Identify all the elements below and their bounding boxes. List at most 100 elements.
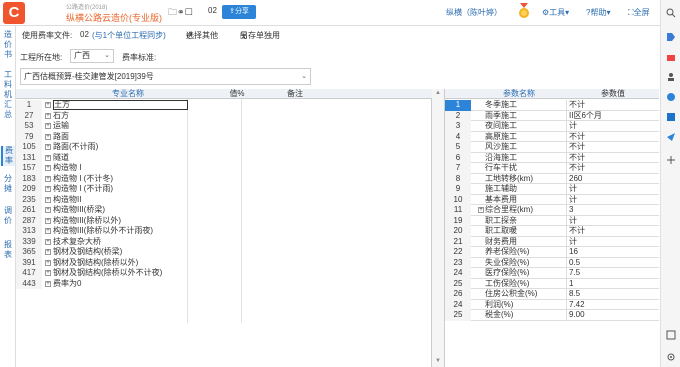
table-row[interactable]: 209 + 构造物 I (不计雨) bbox=[16, 184, 432, 195]
gear-icon[interactable] bbox=[666, 352, 676, 362]
medal-icon[interactable] bbox=[517, 3, 531, 19]
search-icon[interactable] bbox=[666, 8, 676, 18]
expand-icon[interactable]: + bbox=[45, 270, 51, 276]
param-value[interactable]: 260 bbox=[569, 174, 582, 185]
header-value[interactable]: 值% bbox=[214, 89, 260, 99]
app-title[interactable]: 纵横公路云造价(专业版) bbox=[66, 11, 162, 24]
header-profession-name[interactable]: 专业名称 bbox=[42, 89, 214, 99]
table-row[interactable]: 261 + 构造物III(桥梁) bbox=[16, 205, 432, 216]
expand-icon[interactable]: + bbox=[45, 238, 51, 245]
tools-menu[interactable]: ⚙工具▾ bbox=[542, 7, 569, 18]
document-icon[interactable]: ☐ bbox=[185, 7, 193, 17]
sync-link[interactable]: (与1个单位工程同步) bbox=[92, 30, 166, 41]
expand-icon[interactable]: + bbox=[45, 280, 51, 287]
plus-icon[interactable] bbox=[666, 155, 676, 165]
param-value[interactable]: 不计 bbox=[569, 163, 585, 174]
table-row[interactable]: 105 + 路面(不计雨) bbox=[16, 142, 432, 153]
table-row[interactable]: 339 + 技术复杂大桥 bbox=[16, 236, 432, 247]
table-row[interactable]: 22 养老保险(%) 16 bbox=[445, 247, 659, 258]
expand-icon[interactable]: + bbox=[45, 217, 51, 224]
param-value[interactable]: 计 bbox=[569, 216, 577, 227]
nav-item-budget-book[interactable]: 造价书 bbox=[1, 30, 15, 60]
table-row[interactable]: 25 税金(%) 9.00 bbox=[445, 310, 659, 321]
fullscreen-button[interactable]: ⛶全屏 bbox=[628, 7, 650, 18]
expand-icon[interactable]: + bbox=[45, 186, 51, 192]
scroll-down-icon[interactable]: ▼ bbox=[435, 358, 441, 364]
table-row[interactable]: 20 职工取暖 不计 bbox=[445, 226, 659, 237]
send-icon[interactable] bbox=[666, 132, 676, 142]
table-row[interactable]: 1 冬季施工 不计 bbox=[445, 100, 659, 111]
region-select[interactable]: 广西 ⌄ bbox=[70, 49, 114, 63]
table-row[interactable]: 313 + 构造物III(除桥以外不计雨夜) bbox=[16, 226, 432, 237]
nav-item-reports[interactable]: 报表 bbox=[1, 240, 15, 260]
app-logo[interactable]: C bbox=[3, 2, 25, 24]
table-row[interactable]: 26 住房公积金(%) 8.5 bbox=[445, 289, 659, 300]
bag-icon[interactable] bbox=[666, 52, 676, 62]
header-param-name[interactable]: 参数名称 bbox=[471, 89, 567, 99]
table-row[interactable]: 10 基本费用 计 bbox=[445, 194, 659, 206]
outlook-icon[interactable] bbox=[666, 112, 676, 122]
table-row[interactable]: 79 + 路面 bbox=[16, 131, 432, 142]
param-value[interactable]: 不计 bbox=[569, 142, 585, 153]
table-row[interactable]: 27 + 石方 bbox=[16, 110, 432, 121]
param-value[interactable]: 计 bbox=[569, 237, 577, 248]
expand-icon[interactable]: + bbox=[45, 249, 51, 255]
folder-icon[interactable]: 🗀 bbox=[168, 7, 177, 17]
table-row[interactable]: 53 + 运输 bbox=[16, 121, 432, 132]
nav-item-allocation[interactable]: 分摊 bbox=[1, 174, 15, 194]
table-row[interactable]: 157 + 构造物 I bbox=[16, 163, 432, 174]
expand-icon[interactable]: + bbox=[45, 196, 51, 203]
param-value[interactable]: 不计 bbox=[569, 153, 585, 164]
window-icon[interactable] bbox=[666, 330, 676, 340]
nav-item-material-summary[interactable]: 工料机汇总 bbox=[1, 70, 15, 120]
expand-icon[interactable]: + bbox=[478, 207, 484, 213]
param-value[interactable]: 不计 bbox=[569, 100, 585, 111]
table-row[interactable]: 443 + 费率为0 bbox=[16, 278, 432, 289]
expand-icon[interactable]: + bbox=[45, 102, 51, 108]
help-menu[interactable]: ?帮助▾ bbox=[586, 7, 610, 18]
param-value[interactable]: 不计 bbox=[569, 132, 585, 143]
scroll-up-icon[interactable]: ▲ bbox=[435, 90, 441, 96]
table-row[interactable]: 5 风沙施工 不计 bbox=[445, 142, 659, 153]
table-row[interactable]: 391 + 钢材及钢结构(除桥以外) bbox=[16, 257, 432, 268]
user-name[interactable]: 纵横（陈叶婷） bbox=[446, 7, 502, 18]
table-row[interactable]: 11 + 综合里程(km) 3 bbox=[445, 205, 659, 216]
standard-select[interactable]: 广西估概预算-桂交建管发[2019]39号 ⌄ bbox=[20, 68, 311, 85]
tag-icon[interactable] bbox=[666, 32, 676, 42]
expand-icon[interactable]: + bbox=[45, 228, 51, 234]
param-value[interactable]: 不计 bbox=[569, 226, 585, 237]
expand-icon[interactable]: + bbox=[45, 154, 51, 161]
param-value[interactable]: 计 bbox=[569, 195, 577, 206]
panel-splitter[interactable]: ▲ ▼ bbox=[432, 89, 444, 367]
table-row[interactable]: 21 财务费用 计 bbox=[445, 236, 659, 248]
table-row[interactable]: 2 雨季施工 II区6个月 bbox=[445, 110, 659, 121]
link-icon[interactable]: ⚭ bbox=[177, 7, 185, 17]
param-value[interactable]: 计 bbox=[569, 184, 577, 195]
table-row[interactable]: 3 夜间施工 计 bbox=[445, 121, 659, 132]
expand-icon[interactable]: + bbox=[45, 175, 51, 182]
param-value[interactable]: 7.42 bbox=[569, 300, 585, 311]
table-row[interactable]: 7 行车干扰 不计 bbox=[445, 163, 659, 174]
expand-icon[interactable]: + bbox=[45, 112, 51, 119]
table-row[interactable]: 235 + 构造物II bbox=[16, 194, 432, 205]
table-row[interactable]: 9 施工辅助 计 bbox=[445, 184, 659, 195]
expand-icon[interactable]: + bbox=[45, 259, 51, 266]
table-row[interactable]: 24 利润(%) 7.42 bbox=[445, 299, 659, 311]
expand-icon[interactable]: + bbox=[45, 144, 51, 150]
expand-icon[interactable]: + bbox=[45, 207, 51, 213]
param-value[interactable]: 0.5 bbox=[569, 258, 580, 269]
share-button[interactable]: ⇪分享 bbox=[222, 5, 256, 19]
user-icon[interactable] bbox=[666, 72, 676, 82]
table-row[interactable]: 25 工伤保险(%) 1 bbox=[445, 278, 659, 289]
table-row[interactable]: 417 + 钢材及钢结构(除桥以外不计夜) bbox=[16, 268, 432, 279]
table-row[interactable]: 131 + 隧道 bbox=[16, 152, 432, 163]
param-value[interactable]: 3 bbox=[569, 205, 573, 216]
expand-icon[interactable]: + bbox=[45, 123, 51, 129]
param-value[interactable]: 9.00 bbox=[569, 310, 585, 321]
table-row[interactable]: 24 医疗保险(%) 7.5 bbox=[445, 268, 659, 279]
table-row[interactable]: 19 职工探亲 计 bbox=[445, 215, 659, 227]
table-row[interactable]: 23 失业保险(%) 0.5 bbox=[445, 257, 659, 269]
param-value[interactable]: 16 bbox=[569, 247, 578, 258]
table-row[interactable]: 6 沿海施工 不计 bbox=[445, 152, 659, 164]
table-row[interactable]: 183 + 构造物 I (不计冬) bbox=[16, 173, 432, 184]
